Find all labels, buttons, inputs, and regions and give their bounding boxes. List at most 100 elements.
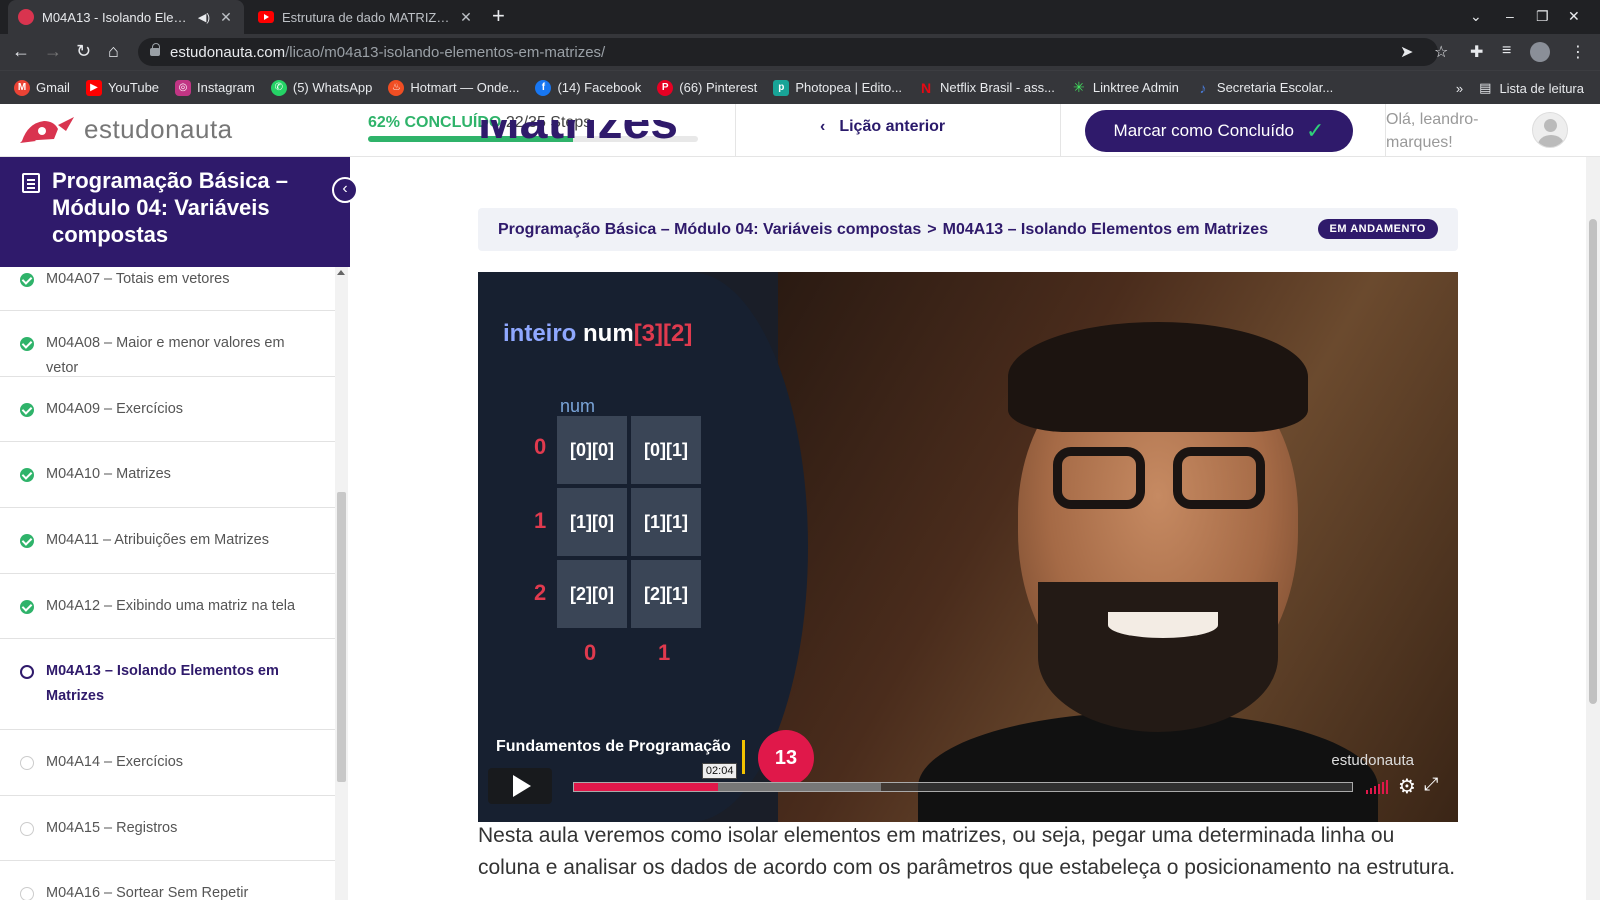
- bookmark-secretaria[interactable]: ♪ Secretaria Escolar...: [1195, 80, 1333, 96]
- reading-list-button[interactable]: ▤ Lista de leitura: [1479, 80, 1584, 96]
- send-icon[interactable]: ➤: [1400, 42, 1413, 62]
- lesson-label: M04A09 – Exercícios: [46, 401, 184, 417]
- matrix-cell: [2][1]: [631, 560, 701, 628]
- bookmark-pinterest[interactable]: P (66) Pinterest: [657, 79, 758, 96]
- bookmark-label: Linktree Admin: [1092, 80, 1179, 95]
- tab-inactive[interactable]: Estrutura de dado MATRIZ (array) ✕: [248, 0, 484, 34]
- collapse-sidebar-button[interactable]: ‹: [332, 177, 358, 203]
- bookmark-label: (14) Facebook: [557, 80, 642, 95]
- lesson-item[interactable]: M04A11 – Atribuições em Matrizes: [0, 508, 335, 574]
- logo[interactable]: estudonauta: [18, 114, 233, 145]
- window-close-icon[interactable]: ✕: [1568, 8, 1580, 25]
- lock-icon[interactable]: [150, 43, 160, 56]
- media-control-icon[interactable]: ≡: [1502, 42, 1511, 60]
- lesson-item-current[interactable]: M04A13 – Isolando Elementos em Matrizes: [0, 639, 335, 730]
- page-scrollbar[interactable]: [1586, 157, 1600, 900]
- gmail-icon: M: [14, 79, 30, 96]
- lesson-item[interactable]: M04A14 – Exercícios: [0, 730, 335, 796]
- seek-bar[interactable]: 02:04: [573, 763, 1353, 792]
- completed-check-icon: [20, 337, 34, 351]
- lesson-item[interactable]: M04A15 – Registros: [0, 796, 335, 861]
- url-field[interactable]: estudonauta.com/licao/m04a13-isolando-el…: [138, 38, 1438, 66]
- bookmark-star-icon[interactable]: ☆: [1434, 42, 1448, 62]
- more-bookmarks-icon[interactable]: »: [1456, 81, 1463, 96]
- fullscreen-icon[interactable]: ⤢: [1424, 774, 1438, 795]
- sidebar-scrollbar[interactable]: [335, 267, 348, 900]
- completed-check-icon: [20, 468, 34, 482]
- lesson-item[interactable]: M04A08 – Maior e menor valores em vetor: [0, 311, 335, 377]
- course-sidebar: Programação Básica – Módulo 04: Variávei…: [0, 157, 358, 900]
- close-tab-icon[interactable]: ✕: [458, 9, 474, 26]
- user-greeting: Olá, leandro-marques!: [1386, 111, 1479, 151]
- course-title[interactable]: Programação Básica – Módulo 04: Variávei…: [52, 167, 322, 248]
- settings-gear-icon[interactable]: ⚙: [1398, 774, 1416, 799]
- linktree-icon: ✳: [1073, 79, 1085, 95]
- bookmark-photopea[interactable]: p Photopea | Edito...: [773, 79, 903, 96]
- matrix-label: num: [560, 396, 596, 416]
- bookmark-whatsapp[interactable]: ✆ (5) WhatsApp: [270, 79, 372, 96]
- secretaria-icon: ♪: [1199, 79, 1207, 96]
- lesson-label: M04A12 – Exibindo uma matriz na tela: [46, 598, 296, 614]
- profile-avatar-icon[interactable]: [1530, 42, 1550, 62]
- breadcrumb-lesson-link[interactable]: M04A13 – Isolando Elementos em Matrizes: [943, 221, 1268, 239]
- back-icon[interactable]: ←: [12, 40, 30, 62]
- course-title-box: Programação Básica – Módulo 04: Variávei…: [0, 157, 350, 267]
- rocket-logo-icon: [20, 116, 74, 143]
- bookmark-facebook[interactable]: f (14) Facebook: [535, 79, 642, 96]
- bookmark-gmail[interactable]: M Gmail: [14, 79, 70, 96]
- tab-title: M04A13 - Isolando Elementos em Matrizes: [42, 9, 190, 25]
- minimize-icon[interactable]: –: [1506, 8, 1514, 24]
- bookmark-label: Photopea | Edito...: [795, 80, 903, 95]
- previous-lesson-link[interactable]: ‹ Lição anterior: [820, 118, 945, 136]
- bookmark-label: Hotmart — Onde...: [410, 80, 520, 95]
- bookmark-linktree[interactable]: ✳ Linktree Admin: [1071, 79, 1179, 96]
- lesson-label: M04A14 – Exercícios: [46, 754, 184, 770]
- glasses-lens: [1173, 447, 1265, 509]
- restore-icon[interactable]: ❐: [1536, 8, 1549, 25]
- new-tab-icon[interactable]: +: [492, 5, 505, 27]
- kebab-menu-icon[interactable]: ⋮: [1570, 42, 1586, 62]
- lesson-item[interactable]: M04A10 – Matrizes: [0, 442, 335, 508]
- matrix-cell: [0][0]: [557, 416, 627, 484]
- bookmark-label: (66) Pinterest: [679, 80, 758, 95]
- bookmark-instagram[interactable]: ◎ Instagram: [175, 79, 255, 96]
- tab-active[interactable]: M04A13 - Isolando Elementos em Matrizes …: [8, 0, 244, 34]
- breadcrumb-separator: >: [927, 220, 937, 238]
- bookmark-youtube[interactable]: ▶ YouTube: [85, 79, 159, 96]
- sidebar-scroll-thumb[interactable]: [337, 492, 346, 782]
- extensions-icon[interactable]: ✚: [1470, 42, 1483, 62]
- reload-icon[interactable]: ↻: [76, 40, 91, 62]
- bookmark-hotmart[interactable]: ♨ Hotmart — Onde...: [388, 79, 520, 96]
- lesson-label: M04A10 – Matrizes: [46, 466, 171, 482]
- code-var: num: [583, 320, 634, 347]
- mark-complete-button[interactable]: Marcar como Concluído ✓: [1085, 110, 1353, 152]
- pinterest-icon: P: [657, 79, 674, 96]
- user-avatar-icon[interactable]: [1532, 112, 1568, 148]
- bookmarks-bar: M Gmail ▶ YouTube ◎ Instagram ✆ (5) WhatsApp…: [0, 70, 1600, 104]
- hotmart-icon: ♨: [388, 79, 405, 96]
- scroll-up-arrow-icon[interactable]: [337, 270, 345, 275]
- lesson-item[interactable]: M04A12 – Exibindo uma matriz na tela: [0, 574, 335, 639]
- home-icon[interactable]: ⌂: [108, 40, 119, 62]
- lesson-item[interactable]: M04A07 – Totais em vetores: [0, 267, 335, 311]
- speaker-icon[interactable]: ◀): [198, 11, 210, 24]
- tab-search-icon[interactable]: ⌄: [1470, 8, 1482, 25]
- lesson-label: M04A16 – Sortear Sem Repetir: [46, 885, 249, 900]
- logo-text: estudonauta: [84, 114, 233, 144]
- mark-complete-label: Marcar como Concluído: [1113, 121, 1295, 140]
- page-scroll-thumb[interactable]: [1589, 219, 1597, 704]
- play-button[interactable]: [488, 768, 552, 804]
- lesson-item[interactable]: M04A09 – Exercícios: [0, 377, 335, 442]
- video-player[interactable]: inteiro num[3][2] num [0][0] [0][1] [1][…: [478, 272, 1458, 822]
- volume-icon[interactable]: [1366, 780, 1388, 794]
- completed-check-icon: [20, 403, 34, 417]
- bookmark-netflix[interactable]: N Netflix Brasil - ass...: [918, 80, 1055, 96]
- close-tab-icon[interactable]: ✕: [218, 9, 234, 26]
- site-header: estudonauta 62% CONCLUÍDO 22/35 Steps ‹ …: [0, 104, 1600, 157]
- lesson-item[interactable]: M04A16 – Sortear Sem Repetir: [0, 861, 335, 900]
- completed-check-icon: [20, 534, 34, 548]
- forward-icon[interactable]: →: [44, 40, 62, 62]
- lesson-heading-text: Matrizes: [478, 120, 679, 149]
- instagram-icon: ◎: [175, 79, 192, 96]
- breadcrumb-course-link[interactable]: Programação Básica – Módulo 04: Variávei…: [498, 221, 921, 239]
